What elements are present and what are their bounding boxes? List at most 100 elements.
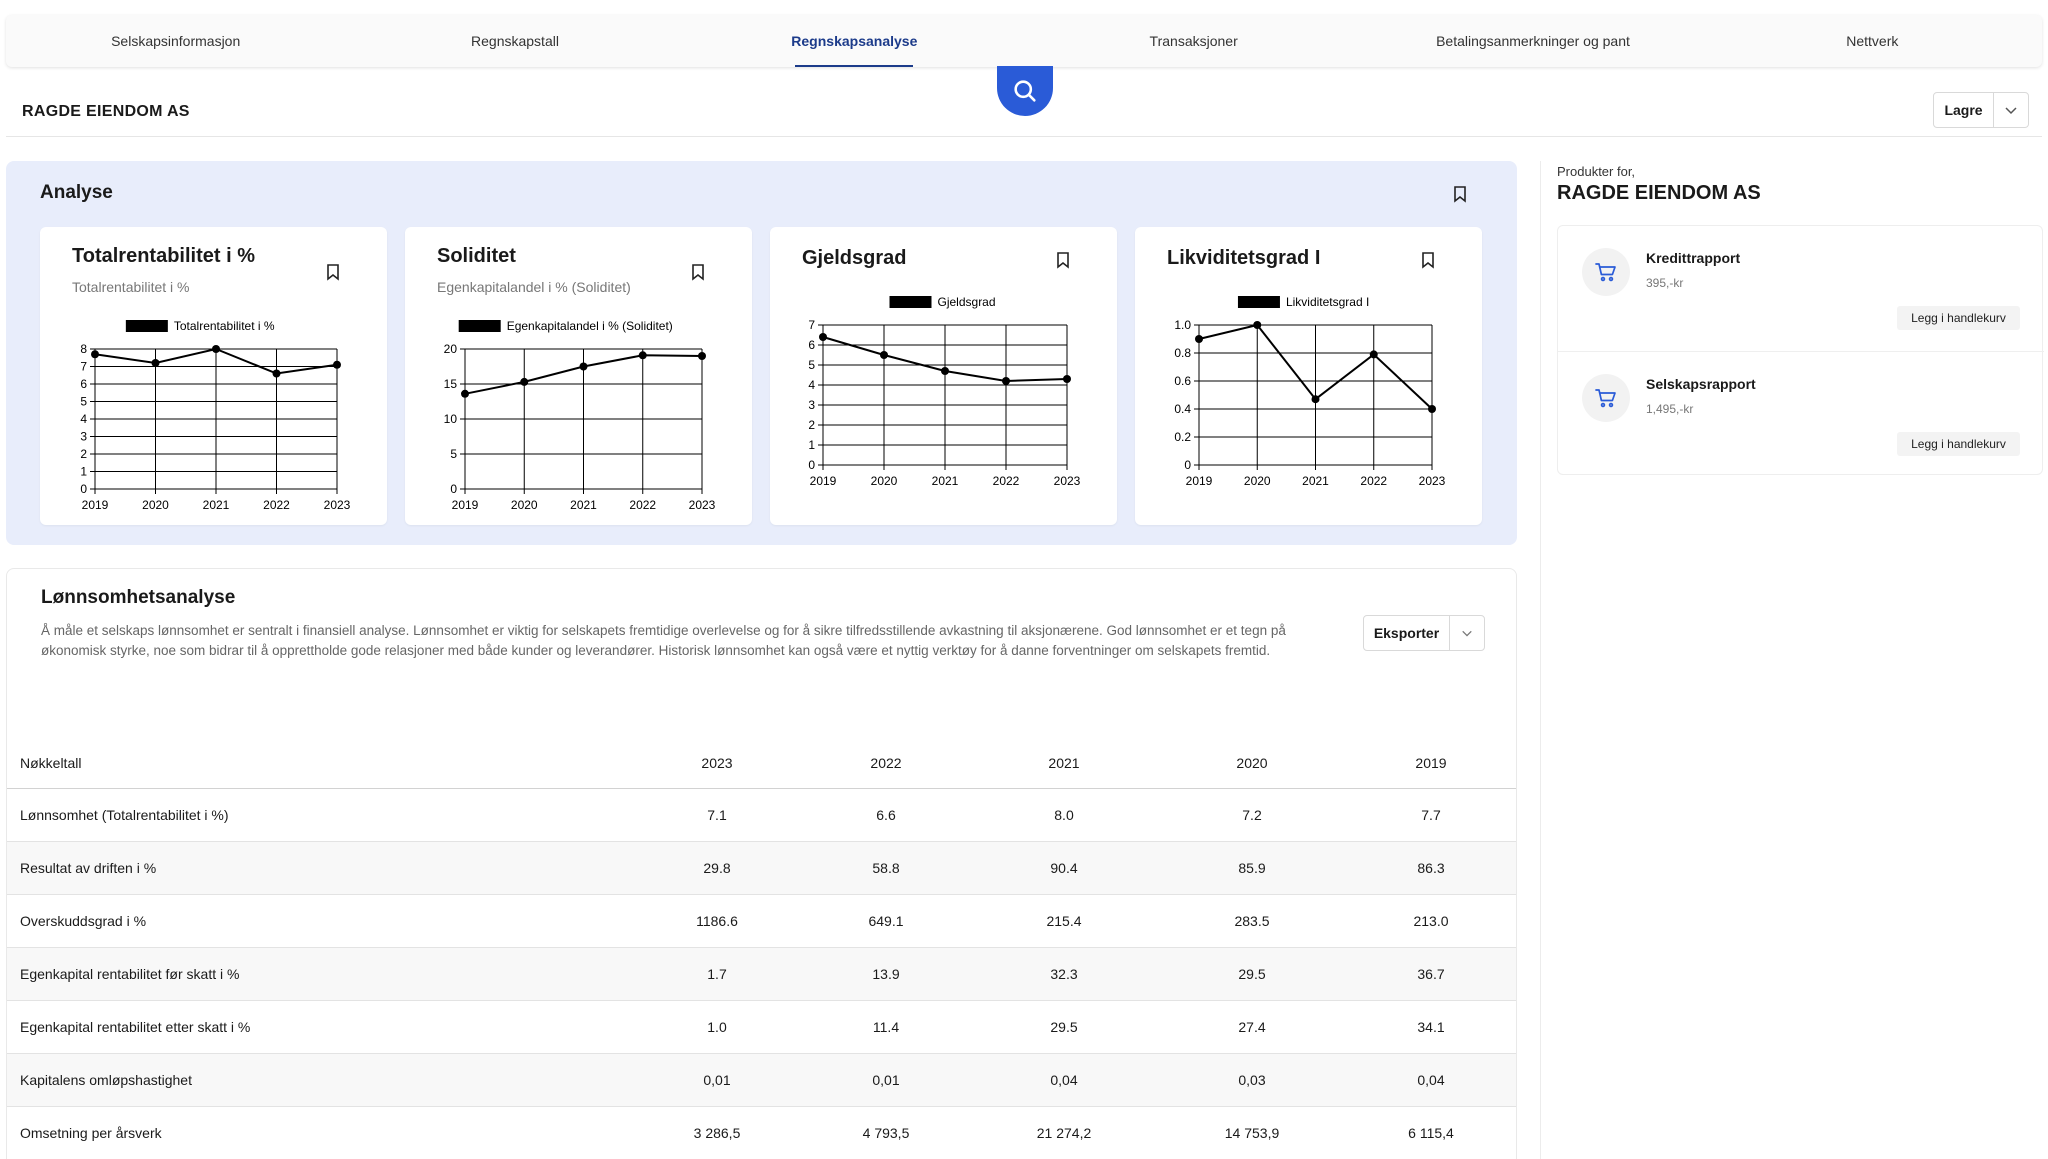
analyse-bookmark-button[interactable] — [1452, 185, 1468, 208]
data-point — [1002, 377, 1010, 385]
tab-regnskapstall[interactable]: Regnskapstall — [345, 15, 684, 67]
y-tick-label: 2 — [80, 447, 87, 461]
y-tick-label: 15 — [444, 377, 458, 391]
y-tick-label: 4 — [808, 378, 815, 392]
x-tick-label: 2020 — [871, 474, 898, 488]
save-button[interactable]: Lagre — [1934, 93, 1994, 127]
page: Selskapsinformasjon Regnskapstall Regnsk… — [0, 0, 2048, 1159]
line-chart: Totalrentabilitet i % 0 1 2 3 4 5 6 7 8 2019 2020 20… — [80, 319, 350, 512]
product-item-kredittrapport: Kredittrapport 395,-kr Legg i handlekurv — [1558, 226, 2044, 351]
table-cell: 8.0 — [1054, 807, 1074, 823]
export-menu-toggle[interactable] — [1450, 616, 1484, 650]
table-cell: 283.5 — [1234, 913, 1270, 929]
y-tick-label: 4 — [80, 412, 87, 426]
data-point — [880, 351, 888, 359]
x-tick-label: 2019 — [452, 498, 479, 512]
add-to-cart-button[interactable]: Legg i handlekurv — [1897, 306, 2020, 330]
data-point — [333, 360, 341, 369]
y-tick-label: 2 — [808, 418, 815, 432]
row-label: Resultat av driften i % — [20, 860, 157, 876]
table-header-row: Nøkkeltall 2023 2022 2021 2020 2019 — [7, 737, 1516, 789]
x-tick-label: 2022 — [263, 498, 290, 512]
y-tick-label: 6 — [808, 338, 815, 352]
table-cell: 36.7 — [1417, 966, 1445, 982]
save-dropdown[interactable]: Lagre — [1933, 92, 2029, 128]
y-tick-label: 5 — [450, 447, 457, 461]
y-tick-label: 1.0 — [1174, 318, 1191, 332]
data-point — [151, 359, 160, 367]
analyse-panel: Analyse Totalrentabilitet i % Totalrenta… — [6, 161, 1517, 545]
add-to-cart-button[interactable]: Legg i handlekurv — [1897, 432, 2020, 456]
table-cell: 14 753,9 — [1224, 1125, 1280, 1141]
y-tick-label: 6 — [80, 377, 87, 391]
x-tick-label: 2021 — [203, 498, 230, 512]
data-point — [1311, 395, 1320, 404]
table-cell: 213.0 — [1413, 913, 1449, 929]
legend-swatch — [889, 296, 932, 308]
product-item-selskapsrapport: Selskapsrapport 1,495,-kr Legg i handlek… — [1558, 351, 2044, 476]
y-tick-label: 1 — [808, 438, 815, 452]
search-button[interactable] — [997, 66, 1053, 116]
export-dropdown[interactable]: Eksporter — [1363, 615, 1485, 651]
column-header-year: 2023 — [701, 754, 733, 771]
tab-selskapsinformasjon[interactable]: Selskapsinformasjon — [6, 15, 345, 67]
tab-transaksjoner[interactable]: Transaksjoner — [1024, 15, 1363, 67]
table-cell: 649.1 — [868, 913, 904, 929]
y-tick-label: 5 — [80, 395, 87, 409]
sidebar-company-name: RAGDE EIENDOM AS — [1557, 182, 1761, 204]
table-cell: 0,03 — [1238, 1072, 1266, 1088]
chevron-down-icon — [1462, 630, 1472, 637]
table-cell: 29.8 — [703, 860, 731, 876]
kpi-table: Nøkkeltall 2023 2022 2021 2020 2019 Lønnsomhet… — [7, 737, 1516, 1159]
column-header-year: 2020 — [1236, 754, 1268, 771]
column-header-year: 2019 — [1415, 754, 1447, 771]
section-title: Lønnsomhetsanalyse — [41, 587, 236, 608]
x-tick-label: 2021 — [570, 498, 597, 512]
y-tick-label: 10 — [444, 412, 458, 426]
tab-regnskapsanalyse[interactable]: Regnskapsanalyse — [685, 15, 1024, 67]
column-header-label: Nøkkeltall — [20, 754, 82, 771]
y-tick-label: 0.2 — [1174, 430, 1191, 444]
table-cell: 21 274,2 — [1036, 1125, 1092, 1141]
table-cell: 29.5 — [1050, 1019, 1078, 1035]
tab-nettverk[interactable]: Nettverk — [1703, 15, 2042, 67]
chart-card-soliditet: Soliditet Egenkapitalandel i % (Solidite… — [405, 227, 752, 525]
x-tick-label: 2022 — [1360, 474, 1387, 488]
x-tick-label: 2023 — [689, 498, 716, 512]
data-point — [461, 389, 469, 398]
x-tick-label: 2022 — [993, 474, 1020, 488]
y-tick-label: 0 — [450, 482, 457, 496]
data-point — [698, 352, 706, 360]
table-cell: 34.1 — [1417, 1019, 1445, 1035]
data-point — [1253, 321, 1262, 329]
save-menu-toggle[interactable] — [1994, 93, 2028, 127]
x-tick-label: 2019 — [82, 498, 109, 512]
y-tick-label: 0 — [80, 482, 87, 496]
y-tick-label: 1 — [80, 465, 87, 479]
legend-swatch — [125, 320, 168, 332]
data-point — [1369, 350, 1378, 359]
legend-label: Gjeldsgrad — [938, 295, 996, 309]
table-cell: 11.4 — [872, 1019, 900, 1035]
table-cell: 0,01 — [703, 1072, 731, 1088]
data-point — [941, 367, 949, 375]
data-point — [1428, 405, 1436, 413]
table-row: Kapitalens omløpshastighet 0,01 0,01 0,04 0,… — [7, 1054, 1516, 1107]
sidebar-divider — [1540, 161, 1541, 1159]
table-cell: 29.5 — [1238, 966, 1266, 982]
data-point — [520, 377, 529, 386]
x-tick-label: 2021 — [932, 474, 959, 488]
table-cell: 7.1 — [707, 807, 727, 823]
line-chart: Likviditetsgrad I 0 0.2 0.4 0.6 0.8 1.0 2019 202… — [1174, 295, 1446, 488]
data-point — [272, 369, 281, 378]
table-cell: 85.9 — [1238, 860, 1266, 876]
data-point — [1195, 335, 1203, 343]
table-cell: 1.7 — [707, 966, 727, 982]
data-point — [819, 333, 827, 341]
table-cell: 32.3 — [1050, 966, 1078, 982]
x-tick-label: 2023 — [1419, 474, 1446, 488]
tab-betalingsanmerkninger[interactable]: Betalingsanmerkninger og pant — [1363, 15, 1702, 67]
table-cell: 6.6 — [876, 807, 896, 823]
export-button[interactable]: Eksporter — [1364, 616, 1450, 650]
y-tick-label: 20 — [444, 342, 458, 356]
